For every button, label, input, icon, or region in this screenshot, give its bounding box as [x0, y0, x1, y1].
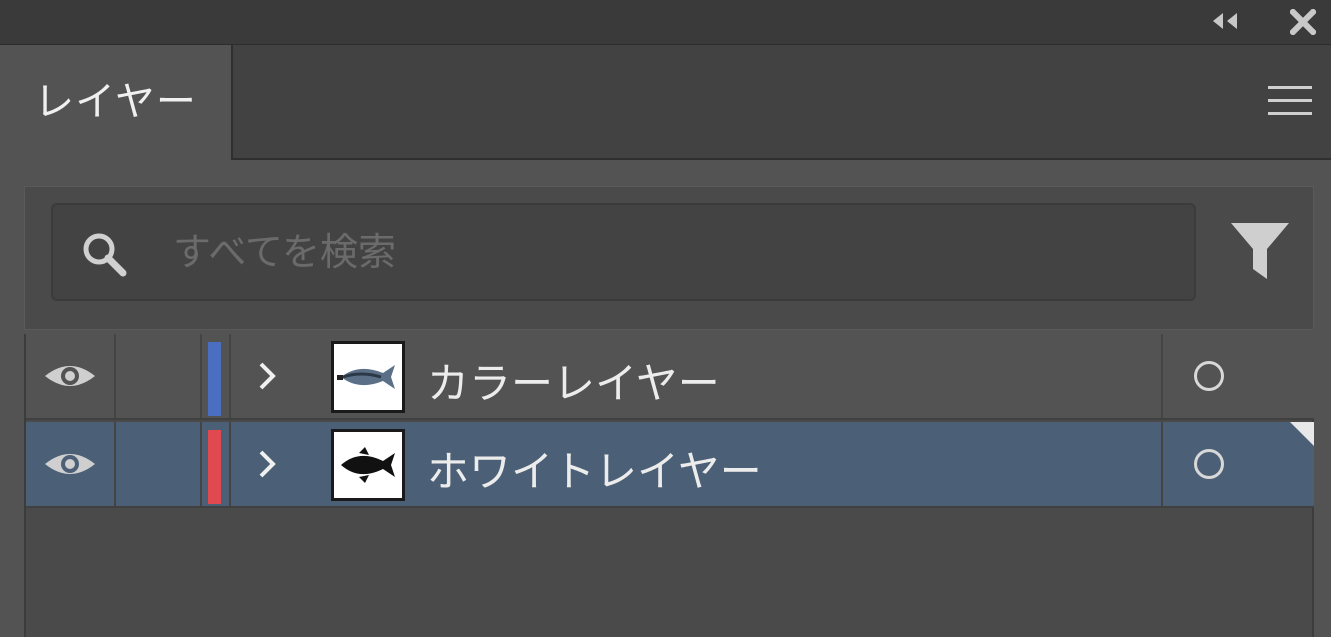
- layer-row[interactable]: カラーレイヤー: [26, 334, 1314, 420]
- chevron-right-icon[interactable]: [253, 358, 283, 394]
- layer-name-cell[interactable]: カラーレイヤー: [229, 334, 1163, 418]
- hamburger-menu-icon: [1268, 86, 1312, 115]
- search-input[interactable]: [173, 223, 1163, 281]
- close-icon: [1290, 9, 1316, 35]
- eye-icon: [45, 454, 95, 474]
- panel-title-bar: [0, 0, 1331, 45]
- filter-button[interactable]: [1230, 219, 1290, 283]
- close-panel-button[interactable]: [1286, 8, 1320, 36]
- target-circle-icon: [1194, 361, 1224, 391]
- search-area: [24, 186, 1314, 330]
- selection-indicator: [1290, 422, 1314, 446]
- target-toggle[interactable]: [1164, 334, 1314, 418]
- layers-panel-body: カラーレイヤー: [0, 160, 1331, 637]
- chevron-right-icon[interactable]: [253, 446, 283, 482]
- layer-color-swatch: [208, 342, 221, 416]
- black-fish-thumbnail: [341, 447, 395, 483]
- filter-icon: [1231, 223, 1289, 279]
- layer-color-swatch: [208, 430, 221, 504]
- layer-row[interactable]: ホワイトレイヤー: [26, 422, 1314, 508]
- search-box[interactable]: [51, 203, 1196, 301]
- layer-thumbnail: [331, 429, 405, 501]
- lock-toggle[interactable]: [116, 334, 202, 418]
- layer-name: ホワイトレイヤー: [427, 447, 762, 496]
- eye-icon: [45, 366, 95, 386]
- layer-thumbnail: [331, 341, 405, 413]
- layer-name-cell[interactable]: ホワイトレイヤー: [229, 422, 1163, 506]
- color-fish-thumbnail: [337, 365, 395, 389]
- tab-layers[interactable]: レイヤー: [0, 45, 233, 160]
- visibility-toggle[interactable]: [26, 334, 116, 418]
- lock-toggle[interactable]: [116, 422, 202, 506]
- panel-menu-button[interactable]: [1266, 83, 1314, 119]
- tab-layers-label: レイヤー: [34, 78, 197, 125]
- tab-row: レイヤー: [0, 45, 1331, 160]
- search-icon: [83, 233, 127, 277]
- visibility-toggle[interactable]: [26, 422, 116, 506]
- collapse-panel-button[interactable]: [1208, 8, 1244, 34]
- double-chevron-left-icon: [1213, 13, 1237, 29]
- target-circle-icon: [1194, 449, 1224, 479]
- layer-list: カラーレイヤー ホワイトレイヤー: [24, 334, 1314, 637]
- layer-name: カラーレイヤー: [427, 359, 720, 408]
